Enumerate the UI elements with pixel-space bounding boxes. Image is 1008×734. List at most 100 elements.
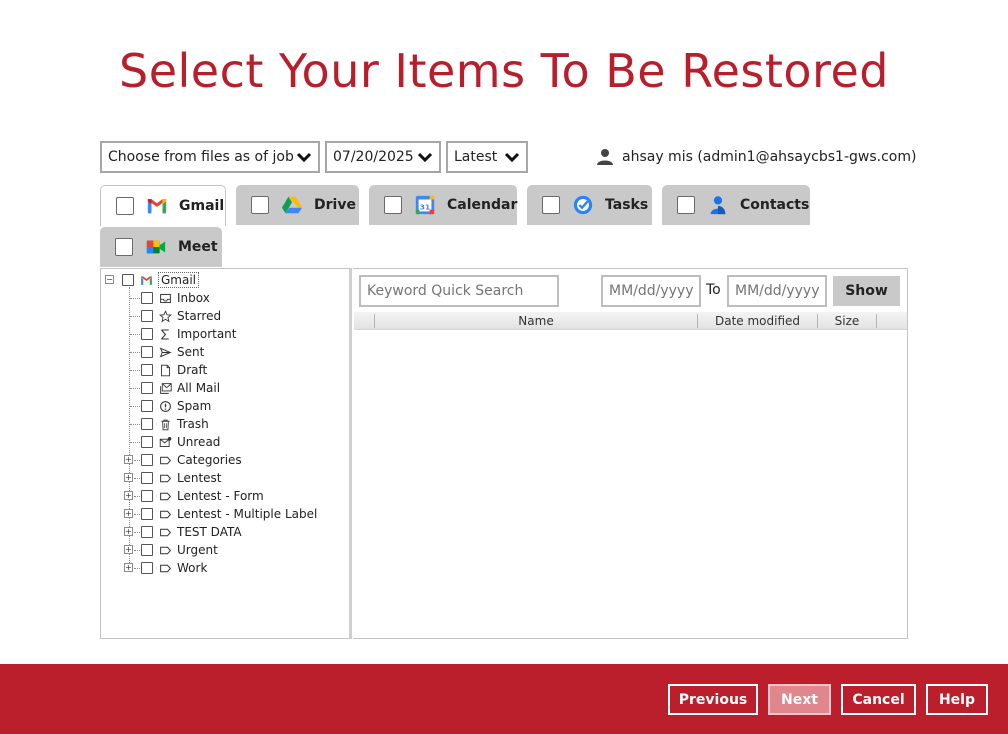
svg-text:31: 31 xyxy=(420,203,430,212)
label-icon xyxy=(160,492,172,500)
tree-item-checkbox[interactable] xyxy=(141,562,153,574)
tree-item[interactable]: Lentest - Multiple Label xyxy=(141,505,317,523)
tab-tasks-checkbox[interactable] xyxy=(542,196,560,214)
to-label: To xyxy=(706,282,721,298)
next-button[interactable]: Next xyxy=(768,684,831,715)
tree-item[interactable]: Starred xyxy=(141,307,221,325)
column-separator xyxy=(876,314,877,328)
tree-item-checkbox[interactable] xyxy=(141,490,153,502)
tree-item-label: Categories xyxy=(177,453,242,467)
tree-item-label: Work xyxy=(177,561,208,575)
table-header: Name Date modified Size xyxy=(354,312,907,330)
tree-item-checkbox[interactable] xyxy=(141,436,153,448)
job-select[interactable]: Choose from files as of job xyxy=(100,141,320,173)
tab-meet-checkbox[interactable] xyxy=(115,238,133,256)
version-select[interactable]: Latest xyxy=(446,141,528,173)
tree-item-checkbox[interactable] xyxy=(141,328,153,340)
tree-item[interactable]: All Mail xyxy=(141,379,220,397)
tab-gmail-label: Gmail xyxy=(179,198,225,214)
chevron-down-icon xyxy=(505,152,519,162)
collapse-toggle[interactable]: − xyxy=(105,275,114,284)
tree-item[interactable]: Work xyxy=(141,559,207,577)
tree-item[interactable]: Spam xyxy=(141,397,211,415)
tree-item-checkbox[interactable] xyxy=(141,292,153,304)
tree-item[interactable]: Important xyxy=(141,325,237,343)
tree-root-gmail[interactable]: Gmail xyxy=(122,271,200,289)
tab-tasks[interactable]: Tasks xyxy=(527,185,652,225)
expand-toggle[interactable]: + xyxy=(124,509,133,518)
column-size[interactable]: Size xyxy=(818,313,876,329)
tree-item-label: Inbox xyxy=(177,291,210,305)
gmail-icon xyxy=(141,275,152,285)
cancel-button[interactable]: Cancel xyxy=(841,684,916,715)
tab-drive-checkbox[interactable] xyxy=(251,196,269,214)
label-icon xyxy=(160,456,172,464)
date-select-value: 07/20/2025 xyxy=(333,149,414,165)
tree-item-label: Spam xyxy=(177,399,212,413)
folder-tree[interactable]: − Gmail Inbox Starred Important Sent Draft Al… xyxy=(100,268,352,639)
date-from-input[interactable] xyxy=(601,275,701,307)
all-mail-icon xyxy=(160,382,172,394)
expand-toggle[interactable]: + xyxy=(124,473,133,482)
tab-drive[interactable]: Drive xyxy=(236,185,359,225)
tree-item[interactable]: Inbox xyxy=(141,289,210,307)
keyword-search-input[interactable] xyxy=(359,275,559,307)
tab-gmail-checkbox[interactable] xyxy=(116,197,134,215)
tree-root-checkbox[interactable] xyxy=(122,274,134,286)
tab-gmail[interactable]: Gmail xyxy=(100,185,226,226)
tree-item-checkbox[interactable] xyxy=(141,526,153,538)
tree-item-checkbox[interactable] xyxy=(141,310,153,322)
restore-wizard: Select Your Items To Be Restored Choose … xyxy=(0,0,1008,734)
tree-item[interactable]: Sent xyxy=(141,343,204,361)
chevron-down-icon xyxy=(297,152,311,162)
tree-item[interactable]: Lentest xyxy=(141,469,222,487)
date-to-input[interactable] xyxy=(727,275,827,307)
chevron-down-icon xyxy=(418,152,432,162)
drive-icon xyxy=(281,196,303,214)
tree-item[interactable]: Draft xyxy=(141,361,207,379)
tab-contacts[interactable]: Contacts xyxy=(662,185,810,225)
tree-item-label: Important xyxy=(177,327,237,341)
spam-icon xyxy=(160,400,171,412)
expand-toggle[interactable]: + xyxy=(124,491,133,500)
calendar-icon: 31 xyxy=(415,195,435,215)
column-date-modified[interactable]: Date modified xyxy=(698,313,817,329)
tab-meet[interactable]: Meet xyxy=(100,227,222,267)
tree-item-checkbox[interactable] xyxy=(141,544,153,556)
help-button[interactable]: Help xyxy=(926,684,988,715)
expand-toggle[interactable]: + xyxy=(124,545,133,554)
tree-item[interactable]: Urgent xyxy=(141,541,218,559)
tree-item-checkbox[interactable] xyxy=(141,472,153,484)
column-name[interactable]: Name xyxy=(375,313,697,329)
tab-calendar[interactable]: 31 Calendar xyxy=(369,185,517,225)
tab-contacts-checkbox[interactable] xyxy=(677,196,695,214)
tree-item-label: Sent xyxy=(177,345,205,359)
tree-item-label: Urgent xyxy=(177,543,218,557)
tab-drive-label: Drive xyxy=(314,197,356,213)
date-select[interactable]: 07/20/2025 xyxy=(325,141,441,173)
tree-item-checkbox[interactable] xyxy=(141,382,153,394)
tab-calendar-checkbox[interactable] xyxy=(384,196,402,214)
tree-item[interactable]: Categories xyxy=(141,451,242,469)
tree-item-checkbox[interactable] xyxy=(141,400,153,412)
contacts-icon xyxy=(710,196,726,215)
tree-item[interactable]: Unread xyxy=(141,433,220,451)
expand-toggle[interactable]: + xyxy=(124,455,133,464)
meet-icon xyxy=(146,240,166,254)
inbox-icon xyxy=(160,293,171,303)
tasks-icon xyxy=(573,195,593,215)
tree-item-checkbox[interactable] xyxy=(141,508,153,520)
tree-item-checkbox[interactable] xyxy=(141,364,153,376)
tree-item-checkbox[interactable] xyxy=(141,418,153,430)
tree-item-label: Lentest - Multiple Label xyxy=(177,507,318,521)
tree-item-checkbox[interactable] xyxy=(141,346,153,358)
tree-item[interactable]: Lentest - Form xyxy=(141,487,264,505)
tree-item-checkbox[interactable] xyxy=(141,454,153,466)
expand-toggle[interactable]: + xyxy=(124,527,133,536)
expand-toggle[interactable]: + xyxy=(124,563,133,572)
tree-item[interactable]: Trash xyxy=(141,415,209,433)
show-button[interactable]: Show xyxy=(833,276,900,306)
important-icon xyxy=(161,329,169,339)
previous-button[interactable]: Previous xyxy=(668,684,758,715)
tree-item[interactable]: TEST DATA xyxy=(141,523,242,541)
